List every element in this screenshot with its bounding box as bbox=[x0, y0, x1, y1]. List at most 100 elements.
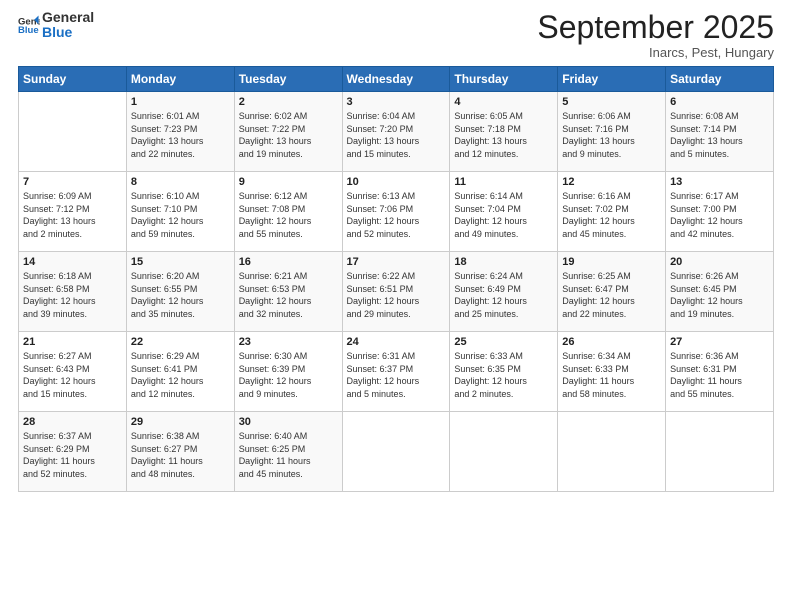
day-number: 23 bbox=[239, 336, 338, 348]
calendar-cell bbox=[666, 412, 774, 492]
calendar-cell: 22 Sunrise: 6:29 AMSunset: 6:41 PMDayligh… bbox=[126, 332, 234, 412]
calendar-cell: 15Sunrise: 6:20 AMSunset: 6:55 PMDayligh… bbox=[126, 252, 234, 332]
day-number: 27 bbox=[670, 336, 769, 348]
cell-content: Sunrise: 6:22 AMSunset: 6:51 PMDaylight:… bbox=[347, 270, 446, 320]
cell-content: Sunrise: 6:25 AMSunset: 6:47 PMDaylight:… bbox=[562, 270, 661, 320]
cell-content: Sunrise: 6:17 AMSunset: 7:00 PMDaylight:… bbox=[670, 190, 769, 240]
header-cell-saturday: Saturday bbox=[666, 67, 774, 92]
calendar-cell: 6Sunrise: 6:08 AMSunset: 7:14 PMDaylight… bbox=[666, 92, 774, 172]
cell-content: Sunrise: 6:40 AMSunset: 6:25 PMDaylight:… bbox=[239, 430, 338, 480]
calendar-cell: 16 Sunrise: 6:21 AMSunset: 6:53 PMDayligh… bbox=[234, 252, 342, 332]
cell-content: Sunrise: 6:27 AMSunset: 6:43 PMDaylight:… bbox=[23, 350, 122, 400]
day-number: 10 bbox=[347, 176, 446, 188]
day-number: 16 bbox=[239, 256, 338, 268]
calendar-cell: 18 Sunrise: 6:24 AMSunset: 6:49 PMDayligh… bbox=[450, 252, 558, 332]
day-number: 3 bbox=[347, 96, 446, 108]
calendar-cell bbox=[450, 412, 558, 492]
week-row-0: 1 Sunrise: 6:01 AMSunset: 7:23 PMDaylight… bbox=[19, 92, 774, 172]
week-row-2: 14 Sunrise: 6:18 AMSunset: 6:58 PMDayligh… bbox=[19, 252, 774, 332]
day-number: 14 bbox=[23, 256, 122, 268]
day-number: 26 bbox=[562, 336, 661, 348]
day-number: 24 bbox=[347, 336, 446, 348]
calendar-cell: 2 Sunrise: 6:02 AMSunset: 7:22 PMDaylight… bbox=[234, 92, 342, 172]
cell-content: Sunrise: 6:13 AMSunset: 7:06 PMDaylight:… bbox=[347, 190, 446, 240]
cell-content: Sunrise: 6:04 AMSunset: 7:20 PMDaylight:… bbox=[347, 110, 446, 160]
cell-content: Sunrise: 6:08 AMSunset: 7:14 PMDaylight:… bbox=[670, 110, 769, 160]
month-title: September 2025 bbox=[537, 10, 774, 45]
day-number: 4 bbox=[454, 96, 553, 108]
day-number: 7 bbox=[23, 176, 122, 188]
day-number: 11 bbox=[454, 176, 553, 188]
calendar-cell: 4 Sunrise: 6:05 AMSunset: 7:18 PMDaylight… bbox=[450, 92, 558, 172]
day-number: 8 bbox=[131, 176, 230, 188]
header-cell-tuesday: Tuesday bbox=[234, 67, 342, 92]
cell-content: Sunrise: 6:38 AMSunset: 6:27 PMDaylight:… bbox=[131, 430, 230, 480]
day-number: 22 bbox=[131, 336, 230, 348]
day-number: 1 bbox=[131, 96, 230, 108]
calendar-cell: 9 Sunrise: 6:12 AMSunset: 7:08 PMDaylight… bbox=[234, 172, 342, 252]
cell-content: Sunrise: 6:34 AMSunset: 6:33 PMDaylight:… bbox=[562, 350, 661, 400]
day-number: 13 bbox=[670, 176, 769, 188]
day-number: 9 bbox=[239, 176, 338, 188]
header-cell-wednesday: Wednesday bbox=[342, 67, 450, 92]
calendar-cell bbox=[342, 412, 450, 492]
calendar-cell: 1 Sunrise: 6:01 AMSunset: 7:23 PMDaylight… bbox=[126, 92, 234, 172]
day-number: 17 bbox=[347, 256, 446, 268]
day-number: 5 bbox=[562, 96, 661, 108]
logo-line2: Blue bbox=[42, 25, 94, 40]
calendar-cell: 23Sunrise: 6:30 AMSunset: 6:39 PMDayligh… bbox=[234, 332, 342, 412]
day-number: 20 bbox=[670, 256, 769, 268]
cell-content: Sunrise: 6:24 AMSunset: 6:49 PMDaylight:… bbox=[454, 270, 553, 320]
svg-text:Blue: Blue bbox=[18, 25, 39, 36]
day-number: 28 bbox=[23, 416, 122, 428]
calendar-cell: 21 Sunrise: 6:27 AMSunset: 6:43 PMDayligh… bbox=[19, 332, 127, 412]
calendar-cell: 30 Sunrise: 6:40 AMSunset: 6:25 PMDayligh… bbox=[234, 412, 342, 492]
calendar-cell: 10 Sunrise: 6:13 AMSunset: 7:06 PMDayligh… bbox=[342, 172, 450, 252]
logo: General Blue General Blue bbox=[18, 10, 94, 41]
logo-icon: General Blue bbox=[18, 14, 40, 36]
day-number: 21 bbox=[23, 336, 122, 348]
subtitle: Inarcs, Pest, Hungary bbox=[537, 45, 774, 60]
day-number: 29 bbox=[131, 416, 230, 428]
day-number: 30 bbox=[239, 416, 338, 428]
header-cell-monday: Monday bbox=[126, 67, 234, 92]
calendar-cell: 26 Sunrise: 6:34 AMSunset: 6:33 PMDayligh… bbox=[558, 332, 666, 412]
day-number: 18 bbox=[454, 256, 553, 268]
cell-content: Sunrise: 6:01 AMSunset: 7:23 PMDaylight:… bbox=[131, 110, 230, 160]
calendar-cell: 29 Sunrise: 6:38 AMSunset: 6:27 PMDayligh… bbox=[126, 412, 234, 492]
title-block: September 2025 Inarcs, Pest, Hungary bbox=[537, 10, 774, 60]
calendar-cell: 20 Sunrise: 6:26 AMSunset: 6:45 PMDayligh… bbox=[666, 252, 774, 332]
cell-content: Sunrise: 6:02 AMSunset: 7:22 PMDaylight:… bbox=[239, 110, 338, 160]
cell-content: Sunrise: 6:10 AMSunset: 7:10 PMDaylight:… bbox=[131, 190, 230, 240]
day-number: 12 bbox=[562, 176, 661, 188]
cell-content: Sunrise: 6:14 AMSunset: 7:04 PMDaylight:… bbox=[454, 190, 553, 240]
calendar-cell: 3 Sunrise: 6:04 AMSunset: 7:20 PMDaylight… bbox=[342, 92, 450, 172]
calendar-cell: 5 Sunrise: 6:06 AMSunset: 7:16 PMDaylight… bbox=[558, 92, 666, 172]
calendar-cell: 8 Sunrise: 6:10 AMSunset: 7:10 PMDaylight… bbox=[126, 172, 234, 252]
day-number: 25 bbox=[454, 336, 553, 348]
cell-content: Sunrise: 6:21 AMSunset: 6:53 PMDaylight:… bbox=[239, 270, 338, 320]
day-number: 15 bbox=[131, 256, 230, 268]
cell-content: Sunrise: 6:31 AMSunset: 6:37 PMDaylight:… bbox=[347, 350, 446, 400]
cell-content: Sunrise: 6:36 AMSunset: 6:31 PMDaylight:… bbox=[670, 350, 769, 400]
calendar-cell: 7Sunrise: 6:09 AMSunset: 7:12 PMDaylight… bbox=[19, 172, 127, 252]
cell-content: Sunrise: 6:18 AMSunset: 6:58 PMDaylight:… bbox=[23, 270, 122, 320]
header-row: SundayMondayTuesdayWednesdayThursdayFrid… bbox=[19, 67, 774, 92]
week-row-3: 21 Sunrise: 6:27 AMSunset: 6:43 PMDayligh… bbox=[19, 332, 774, 412]
cell-content: Sunrise: 6:29 AMSunset: 6:41 PMDaylight:… bbox=[131, 350, 230, 400]
page: General Blue General Blue September 2025… bbox=[0, 0, 792, 612]
calendar-cell: 27 Sunrise: 6:36 AMSunset: 6:31 PMDayligh… bbox=[666, 332, 774, 412]
logo-line1: General bbox=[42, 10, 94, 25]
day-number: 2 bbox=[239, 96, 338, 108]
cell-content: Sunrise: 6:12 AMSunset: 7:08 PMDaylight:… bbox=[239, 190, 338, 240]
calendar-cell bbox=[19, 92, 127, 172]
calendar-cell: 25Sunrise: 6:33 AMSunset: 6:35 PMDayligh… bbox=[450, 332, 558, 412]
week-row-1: 7Sunrise: 6:09 AMSunset: 7:12 PMDaylight… bbox=[19, 172, 774, 252]
calendar-cell: 28Sunrise: 6:37 AMSunset: 6:29 PMDayligh… bbox=[19, 412, 127, 492]
cell-content: Sunrise: 6:05 AMSunset: 7:18 PMDaylight:… bbox=[454, 110, 553, 160]
calendar-cell: 24 Sunrise: 6:31 AMSunset: 6:37 PMDayligh… bbox=[342, 332, 450, 412]
calendar-cell: 17 Sunrise: 6:22 AMSunset: 6:51 PMDayligh… bbox=[342, 252, 450, 332]
cell-content: Sunrise: 6:06 AMSunset: 7:16 PMDaylight:… bbox=[562, 110, 661, 160]
cell-content: Sunrise: 6:26 AMSunset: 6:45 PMDaylight:… bbox=[670, 270, 769, 320]
calendar-cell: 11 Sunrise: 6:14 AMSunset: 7:04 PMDayligh… bbox=[450, 172, 558, 252]
